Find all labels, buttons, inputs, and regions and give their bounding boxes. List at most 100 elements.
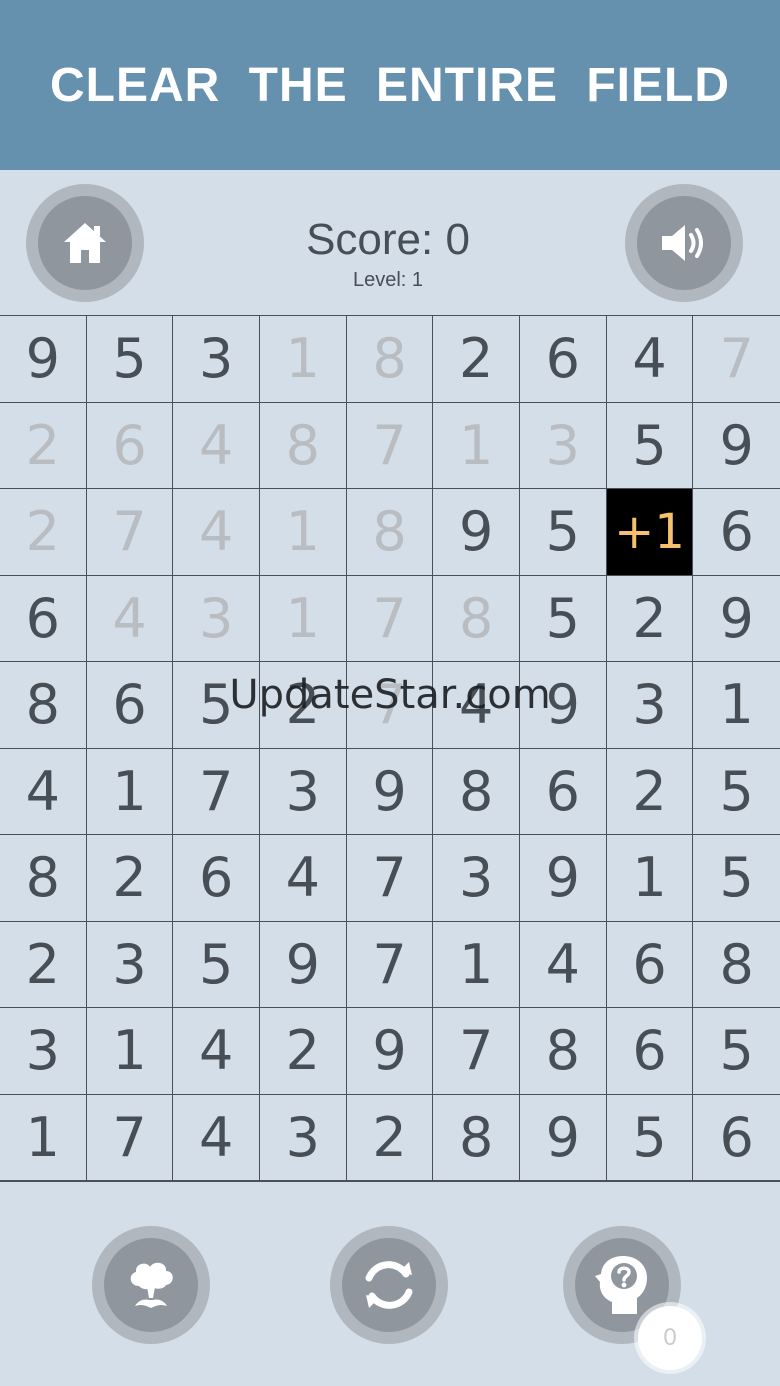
- grid-cell[interactable]: 4: [173, 402, 260, 489]
- grid-cell[interactable]: 5: [693, 1008, 780, 1095]
- grid-cell[interactable]: 5: [693, 835, 780, 922]
- grid-cell[interactable]: 8: [433, 575, 520, 662]
- speaker-icon: [662, 225, 703, 261]
- grid-cell[interactable]: 3: [606, 662, 694, 749]
- grid-cell[interactable]: 7: [346, 921, 434, 1008]
- grid-cell[interactable]: 7: [86, 489, 174, 576]
- grid-cell[interactable]: 9: [519, 662, 607, 749]
- grid-cell[interactable]: 6: [519, 748, 607, 835]
- grid-cell[interactable]: 6: [0, 575, 87, 662]
- grid-cell[interactable]: 2: [606, 748, 694, 835]
- grid-cell[interactable]: 2: [259, 662, 347, 749]
- grid-cell[interactable]: 6: [693, 489, 780, 576]
- grid-cell[interactable]: 9: [693, 576, 780, 662]
- grid-cell[interactable]: 6: [86, 402, 174, 489]
- grid-cell[interactable]: 4: [173, 489, 260, 576]
- refresh-icon: [365, 1261, 413, 1309]
- grid-cell[interactable]: 1: [86, 748, 174, 835]
- grid-cell[interactable]: 5: [173, 662, 260, 749]
- grid-cell-selected[interactable]: +1: [606, 489, 694, 576]
- grid-cell[interactable]: 2: [433, 316, 520, 403]
- home-button[interactable]: [26, 184, 144, 302]
- grid-cell[interactable]: 2: [259, 1008, 347, 1095]
- grid-cell[interactable]: 8: [0, 835, 87, 922]
- grid-cell[interactable]: 1: [433, 402, 520, 489]
- grid-cell[interactable]: 3: [86, 921, 174, 1008]
- grid-cell[interactable]: 9: [693, 403, 780, 489]
- grid-cell[interactable]: 7: [346, 662, 434, 749]
- grid-cell[interactable]: 1: [259, 316, 347, 403]
- grid-cell[interactable]: 3: [259, 1094, 347, 1181]
- grid-cell[interactable]: 3: [433, 835, 520, 922]
- grid-cell[interactable]: 9: [519, 1094, 607, 1181]
- grid-cell[interactable]: 8: [346, 316, 434, 403]
- grid-cell[interactable]: 2: [86, 835, 174, 922]
- grid-cell[interactable]: 4: [259, 835, 347, 922]
- grid-cell[interactable]: 8: [519, 1008, 607, 1095]
- grid-cell[interactable]: 8: [433, 748, 520, 835]
- grid-cell[interactable]: 8: [0, 662, 87, 749]
- grid-cell[interactable]: 6: [173, 835, 260, 922]
- grid-cell[interactable]: 9: [346, 1008, 434, 1095]
- grid-cell[interactable]: 7: [346, 402, 434, 489]
- header-bar: CLEAR THE ENTIRE FIELD: [0, 0, 780, 170]
- sound-button[interactable]: [625, 184, 743, 302]
- grid-cell[interactable]: 7: [173, 748, 260, 835]
- restart-button[interactable]: [330, 1226, 448, 1344]
- grid-cell[interactable]: 4: [519, 921, 607, 1008]
- grid-cell[interactable]: 5: [173, 921, 260, 1008]
- grid-cell[interactable]: 5: [86, 316, 174, 403]
- grid-cell[interactable]: 7: [693, 316, 780, 403]
- grid-cell[interactable]: 7: [346, 575, 434, 662]
- grid-cell[interactable]: 2: [606, 575, 694, 662]
- grid-cell[interactable]: 5: [519, 489, 607, 576]
- hint-count-badge: 0: [638, 1306, 702, 1370]
- grid-cell[interactable]: 7: [433, 1008, 520, 1095]
- number-grid: 9 5 3 1 8 2 6 4 7 2 6 4 8 7 1 3 5 9 2 7 4 1 8 9 5 +1 6 6 4 3 1 7 8 5 2 9 8 6 5…: [0, 315, 780, 1182]
- grid-cell[interactable]: 4: [0, 748, 87, 835]
- grid-cell[interactable]: 4: [86, 575, 174, 662]
- grid-cell[interactable]: 3: [259, 748, 347, 835]
- grid-cell[interactable]: 9: [346, 748, 434, 835]
- grid-cell[interactable]: 1: [86, 1008, 174, 1095]
- grid-cell[interactable]: 5: [606, 1094, 694, 1181]
- grid-cell[interactable]: 1: [259, 489, 347, 576]
- grid-cell[interactable]: 8: [433, 1094, 520, 1181]
- grid-cell[interactable]: 2: [0, 921, 87, 1008]
- grid-cell[interactable]: 4: [173, 1094, 260, 1181]
- grid-cell[interactable]: 6: [606, 1008, 694, 1095]
- grid-cell[interactable]: 1: [606, 835, 694, 922]
- grid-cell[interactable]: 6: [693, 1095, 780, 1181]
- grid-cell[interactable]: 6: [86, 662, 174, 749]
- grid-cell[interactable]: 5: [693, 749, 780, 835]
- grid-cell[interactable]: 7: [346, 835, 434, 922]
- grid-cell[interactable]: 6: [606, 921, 694, 1008]
- grid-cell[interactable]: 3: [0, 1008, 87, 1095]
- grid-cell[interactable]: 9: [0, 316, 87, 403]
- grid-cell[interactable]: 8: [259, 402, 347, 489]
- grid-cell[interactable]: 2: [0, 402, 87, 489]
- grid-cell[interactable]: 4: [173, 1008, 260, 1095]
- grid-cell[interactable]: 1: [259, 575, 347, 662]
- grid-cell[interactable]: 2: [0, 489, 87, 576]
- grid-cell[interactable]: 3: [519, 402, 607, 489]
- grid-cell[interactable]: 8: [693, 922, 780, 1008]
- grid-cell[interactable]: 1: [693, 662, 780, 749]
- grid-cell[interactable]: 5: [519, 575, 607, 662]
- grid-cell[interactable]: 9: [259, 921, 347, 1008]
- grid-cell[interactable]: 6: [519, 316, 607, 403]
- grid-cell[interactable]: 1: [0, 1094, 87, 1181]
- bomb-button[interactable]: [92, 1226, 210, 1344]
- grid-cell[interactable]: 2: [346, 1094, 434, 1181]
- header-title: CLEAR THE ENTIRE FIELD: [49, 58, 730, 112]
- grid-cell[interactable]: 7: [86, 1094, 174, 1181]
- grid-cell[interactable]: 9: [519, 835, 607, 922]
- grid-cell[interactable]: 4: [606, 316, 694, 403]
- grid-cell[interactable]: 8: [346, 489, 434, 576]
- grid-cell[interactable]: 1: [433, 921, 520, 1008]
- grid-cell[interactable]: 9: [433, 489, 520, 576]
- grid-cell[interactable]: 5: [606, 402, 694, 489]
- grid-cell[interactable]: 3: [173, 575, 260, 662]
- grid-cell[interactable]: 3: [173, 316, 260, 403]
- grid-cell[interactable]: 4: [433, 662, 520, 749]
